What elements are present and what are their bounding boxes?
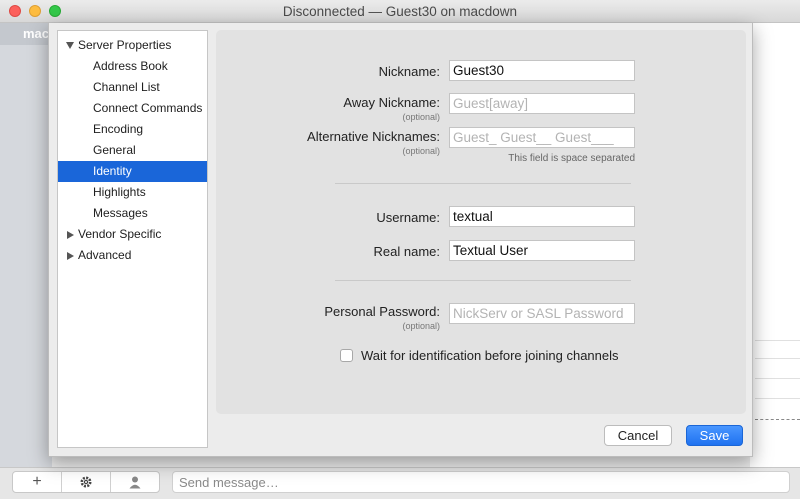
chat-marker-line [755,419,800,420]
server-properties-sheet: Server Properties Address Book Channel L… [48,23,753,457]
identity-panel: Nickname: Guest30 Away Nickname: (option… [216,30,746,414]
toolbar-button-group: + [12,471,160,493]
space-separated-hint: This field is space separated [508,153,635,164]
tree-item-channel-list[interactable]: Channel List [58,77,207,98]
away-nickname-field[interactable]: Guest[away] [449,93,635,114]
away-nickname-label: Away Nickname: [343,95,440,110]
nickname-label: Nickname: [378,64,440,79]
tree-item-highlights[interactable]: Highlights [58,182,207,203]
alternative-nicknames-field[interactable]: Guest_ Guest__ Guest___ [449,127,635,148]
tree-item-encoding[interactable]: Encoding [58,119,207,140]
disclosure-triangle-collapsed-icon[interactable] [67,230,74,239]
server-list-sidebar [0,23,52,467]
chat-divider [755,340,800,341]
personal-password-label: Personal Password: [324,304,440,319]
user-button[interactable] [111,472,159,492]
settings-button[interactable] [62,472,111,492]
away-nickname-optional-label: (optional) [402,112,440,122]
message-input[interactable]: Send message… [172,471,790,493]
disclosure-triangle-collapsed-icon[interactable] [67,251,74,260]
tree-item-messages[interactable]: Messages [58,203,207,224]
window-title: Disconnected — Guest30 on macdown [282,4,518,19]
add-server-button[interactable]: + [13,472,62,492]
alternative-nicknames-optional-label: (optional) [402,146,440,156]
tree-item-label: Server Properties [78,38,172,52]
tree-item-identity[interactable]: Identity [58,161,207,182]
tree-item-address-book[interactable]: Address Book [58,56,207,77]
preferences-tree: Server Properties Address Book Channel L… [57,30,208,448]
alternative-nicknames-label: Alternative Nicknames: [307,129,440,144]
disclosure-triangle-expanded-icon[interactable] [66,42,74,50]
section-divider [335,280,631,281]
bottom-toolbar: + Send message… [0,467,800,499]
window-titlebar: Disconnected — Guest30 on macdown [0,0,800,23]
chat-divider [755,398,800,399]
real-name-label: Real name: [373,244,440,259]
gear-icon [80,476,92,488]
section-divider [335,183,631,184]
username-label: Username: [376,210,440,225]
nickname-field[interactable]: Guest30 [449,60,635,81]
wait-identification-option[interactable]: Wait for identification before joining c… [340,348,619,363]
cancel-button[interactable]: Cancel [604,425,672,446]
tree-item-vendor-specific[interactable]: Vendor Specific [58,224,207,245]
tree-item-server-properties[interactable]: Server Properties [58,35,207,56]
plus-icon: + [32,473,42,490]
username-field[interactable]: textual [449,206,635,227]
tree-item-label: Advanced [78,248,132,262]
tree-item-label: Vendor Specific [78,227,162,241]
wait-identification-label: Wait for identification before joining c… [361,348,619,363]
personal-password-optional-label: (optional) [402,321,440,331]
chat-divider [755,358,800,359]
chat-divider [755,378,800,379]
tree-item-general[interactable]: General [58,140,207,161]
tree-item-connect-commands[interactable]: Connect Commands [58,98,207,119]
tree-item-advanced[interactable]: Advanced [58,245,207,266]
wait-identification-checkbox[interactable] [340,349,353,362]
personal-password-field[interactable]: NickServ or SASL Password [449,303,635,324]
user-icon [129,476,141,489]
chat-view [750,23,800,467]
save-button[interactable]: Save [686,425,743,446]
real-name-field[interactable]: Textual User [449,240,635,261]
